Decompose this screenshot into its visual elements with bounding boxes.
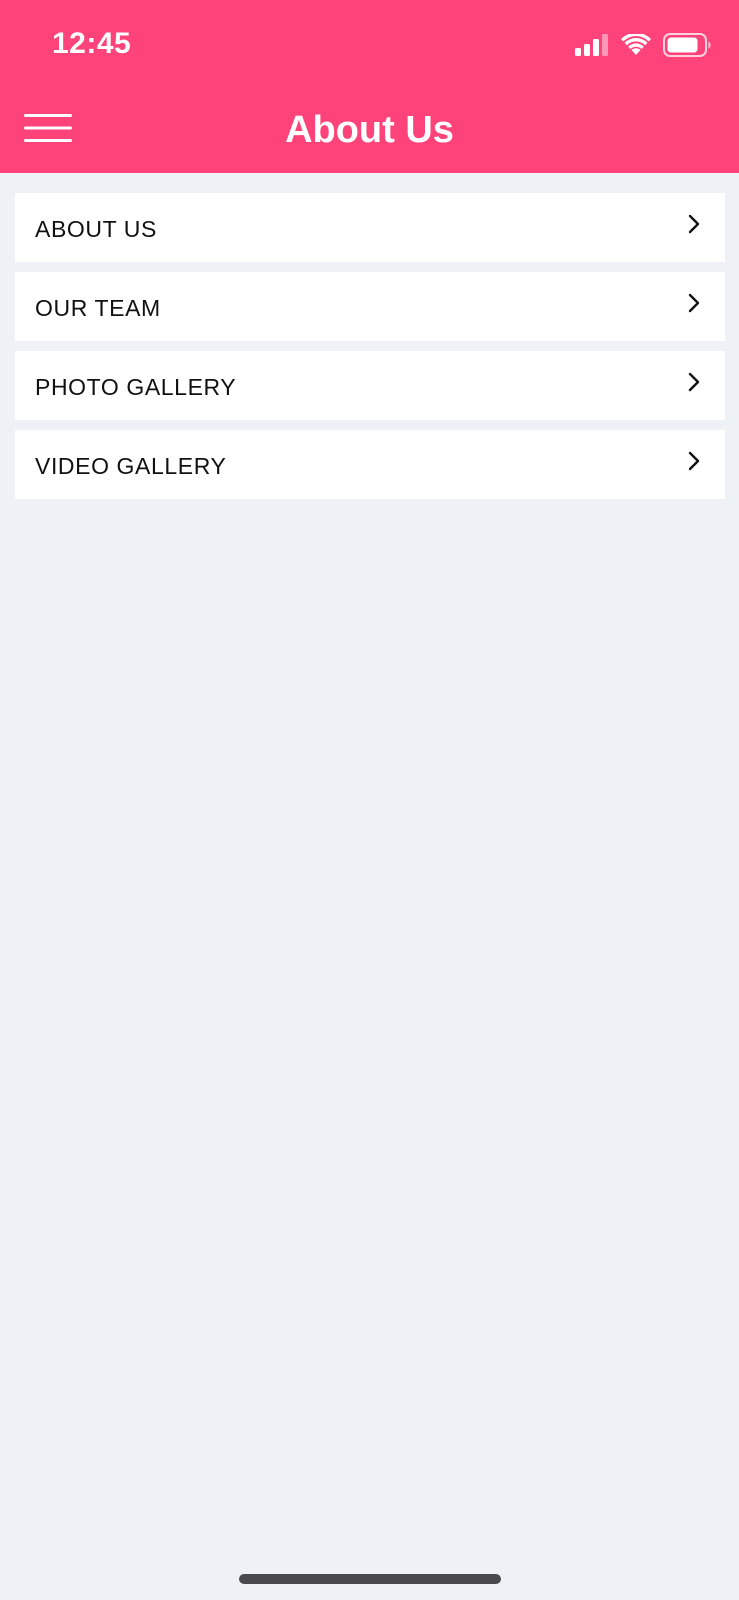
menu-item-label: ABOUT US — [35, 216, 157, 242]
menu-list: ABOUT US OUR TEAM PHOTO GALLERY VIDEO GA… — [15, 193, 725, 509]
status-time: 12:45 — [52, 27, 132, 60]
menu-item-our-team[interactable]: OUR TEAM — [15, 272, 725, 341]
menu-item-about-us[interactable]: ABOUT US — [15, 193, 725, 262]
wifi-icon — [621, 34, 651, 56]
menu-item-label: OUR TEAM — [35, 295, 161, 321]
chevron-right-icon — [687, 371, 701, 393]
menu-button[interactable] — [16, 108, 80, 152]
status-icons — [575, 33, 711, 57]
status-bar: 12:45 — [0, 0, 739, 90]
cellular-signal-icon — [575, 34, 609, 56]
navigation-bar: About Us — [0, 90, 739, 173]
menu-item-photo-gallery[interactable]: PHOTO GALLERY — [15, 351, 725, 420]
battery-icon — [663, 33, 711, 57]
menu-item-label: VIDEO GALLERY — [35, 453, 227, 479]
chevron-right-icon — [687, 213, 701, 235]
home-indicator[interactable] — [239, 1574, 501, 1584]
chevron-right-icon — [687, 292, 701, 314]
page-title: About Us — [285, 109, 454, 151]
chevron-right-icon — [687, 450, 701, 472]
menu-item-label: PHOTO GALLERY — [35, 374, 237, 400]
hamburger-menu-icon — [24, 113, 72, 148]
menu-item-video-gallery[interactable]: VIDEO GALLERY — [15, 430, 725, 499]
app-header: 12:45 About Us — [0, 0, 739, 173]
